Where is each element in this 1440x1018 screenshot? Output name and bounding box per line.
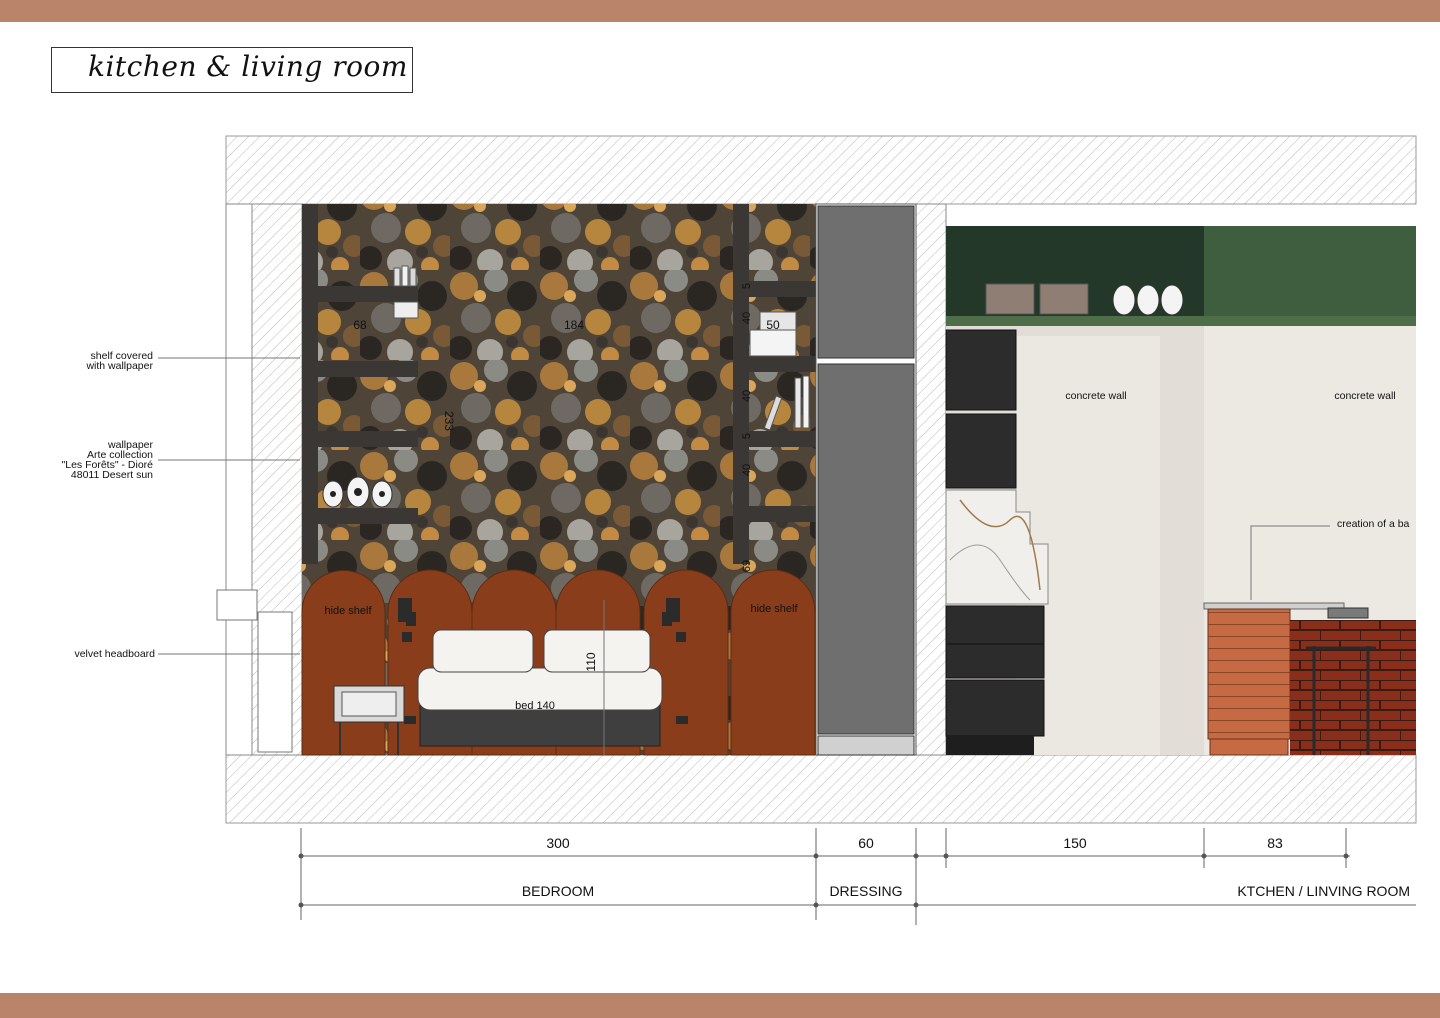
dressing-cabinet	[815, 203, 917, 756]
shelf-board	[302, 361, 418, 377]
room-label-kitchen: KTCHEN / LINVING ROOM	[1237, 883, 1410, 899]
dimension-bar: 83	[1267, 835, 1283, 851]
room-label-dressing: DRESSING	[829, 883, 902, 899]
room-label-bedroom: BEDROOM	[522, 883, 594, 899]
vases-decor	[322, 476, 393, 508]
elevation-drawing: shelf covered with wallpaper wallpaper A…	[62, 135, 1417, 925]
annotation-concrete-wall: concrete wall	[1065, 390, 1126, 402]
ceiling-slab	[225, 135, 1417, 205]
partition-wall	[915, 203, 947, 756]
wall-dimension: 233	[442, 411, 456, 431]
label-bed: bed 140	[515, 700, 555, 712]
shelf-board	[302, 286, 418, 302]
annotation-concrete-wall: concrete wall	[1334, 390, 1395, 402]
window-sill	[216, 589, 258, 621]
wall-dimension: 184	[564, 318, 584, 332]
shelf-board	[302, 508, 418, 524]
insulation-layer	[257, 611, 293, 753]
dimension-dressing: 60	[858, 835, 874, 851]
shelf-board	[302, 431, 418, 447]
wall-dimension: 40	[741, 312, 753, 324]
annotation-wallpaper: 48011 Desert sun	[71, 469, 153, 481]
wall-dimension: 5	[741, 433, 753, 439]
bar-counter	[1203, 602, 1416, 756]
wall-dimension: 68	[353, 318, 367, 332]
annotation-headboard: velvet headboard	[74, 648, 155, 660]
label-hide-shelf: hide shelf	[324, 605, 372, 617]
wall-dimension: 5	[741, 283, 753, 289]
wall-dimension: 50	[766, 318, 780, 332]
annotation-shelf: with wallpaper	[85, 360, 153, 372]
wall-dimension: 40	[741, 390, 753, 402]
wall-dimension: 40	[741, 464, 753, 476]
label-height: 110	[584, 652, 598, 671]
shelf-board	[733, 506, 816, 522]
shelf-board	[733, 356, 816, 372]
exterior-wall	[225, 203, 253, 756]
dimension-ticks	[298, 853, 1349, 908]
label-hide-shelf: hide shelf	[750, 603, 798, 615]
floor-slab	[225, 754, 1417, 824]
dimension-kitchen: 150	[1063, 835, 1087, 851]
annotation-bar: creation of a ba	[1337, 518, 1410, 530]
wall-dimension: 69	[741, 560, 753, 572]
dimension-bedroom: 300	[546, 835, 570, 851]
